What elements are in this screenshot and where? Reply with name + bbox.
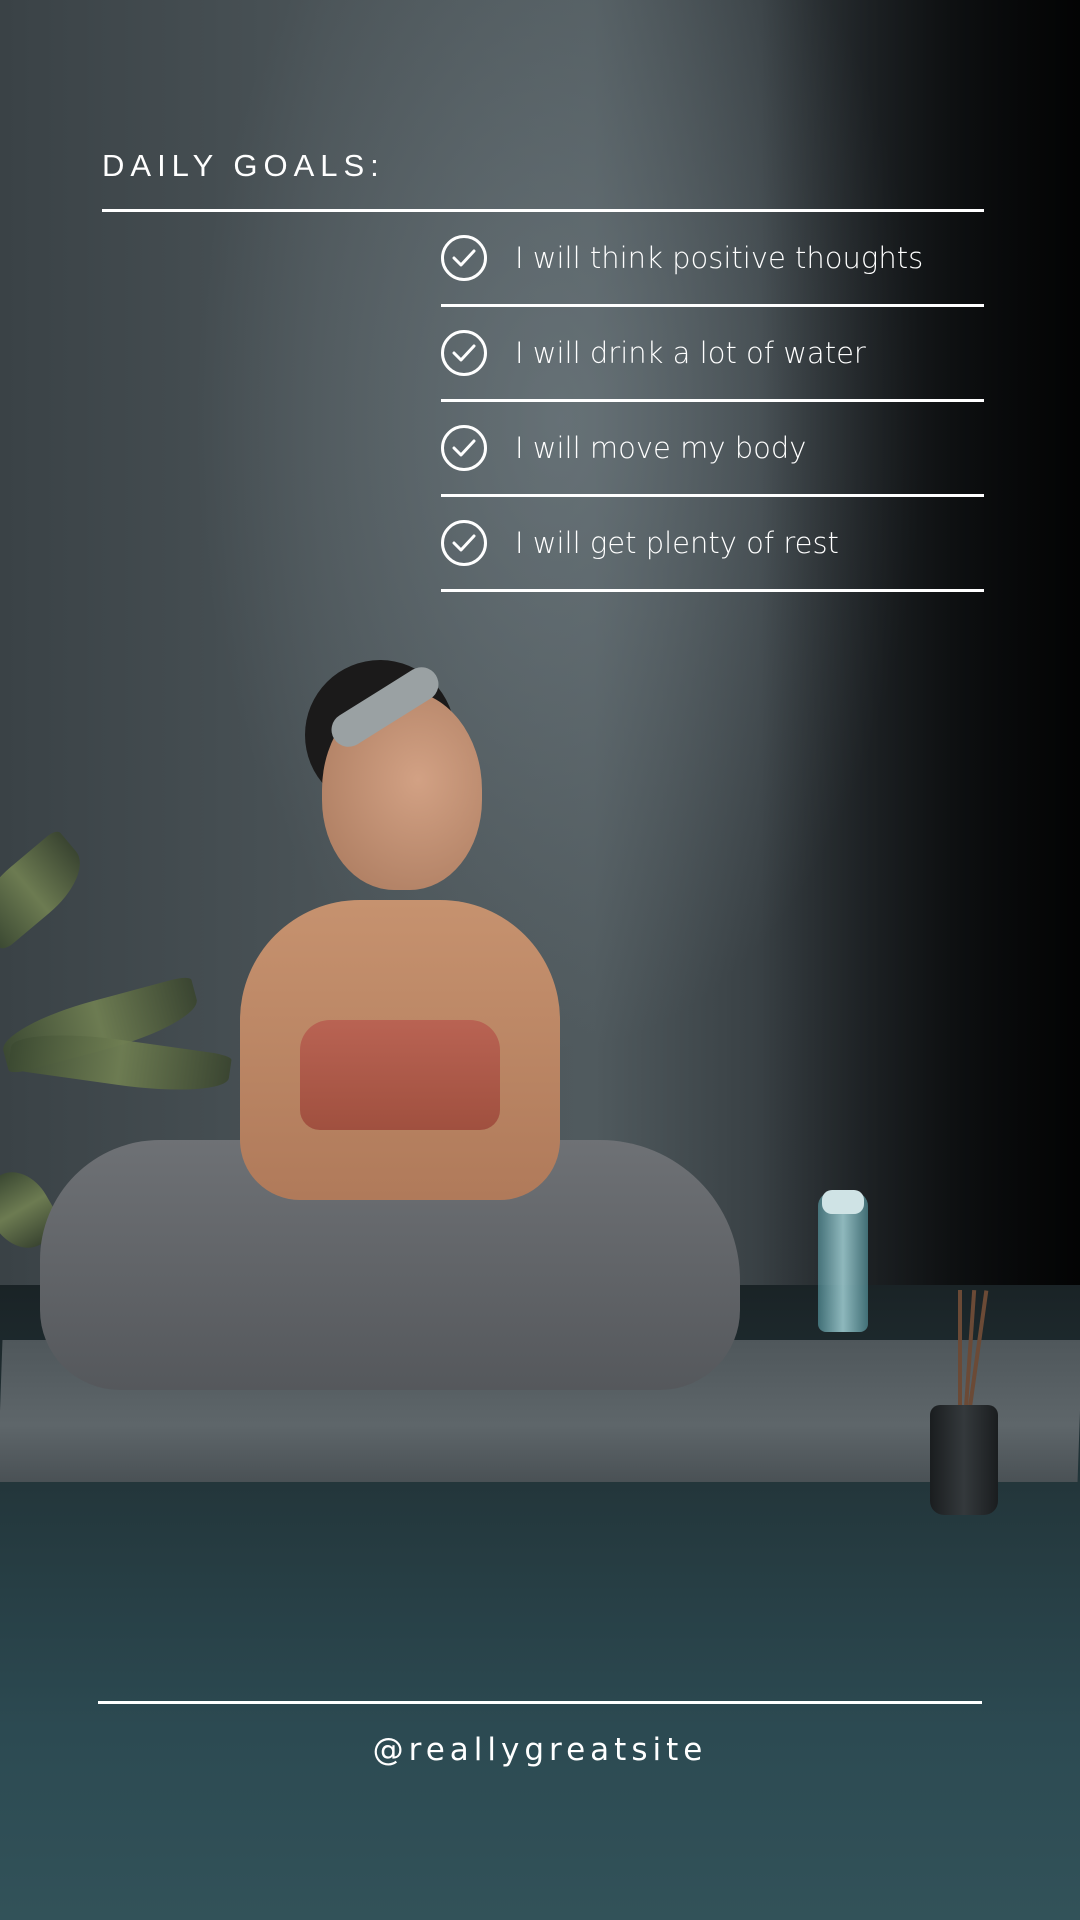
- check-circle-icon: [441, 425, 487, 471]
- divider: [98, 1701, 982, 1704]
- goal-text: I will move my body: [515, 431, 807, 465]
- goal-item: I will get plenty of rest: [441, 497, 984, 592]
- goal-item: I will drink a lot of water: [441, 307, 984, 402]
- goal-item: I will move my body: [441, 402, 984, 497]
- goal-text: I will get plenty of rest: [515, 526, 839, 560]
- incense-stick: [958, 1290, 962, 1410]
- goal-text: I will think positive thoughts: [515, 241, 924, 275]
- bottle-cap: [822, 1190, 864, 1214]
- goal-list: I will think positive thoughts I will dr…: [441, 212, 984, 592]
- goal-text: I will drink a lot of water: [515, 336, 866, 370]
- page-title: DAILY GOALS:: [102, 148, 385, 183]
- incense-holder: [930, 1405, 998, 1515]
- social-handle: @reallygreatsite: [372, 1732, 708, 1768]
- goal-item: I will think positive thoughts: [441, 212, 984, 307]
- check-circle-icon: [441, 235, 487, 281]
- check-circle-icon: [441, 520, 487, 566]
- sports-top: [300, 1020, 500, 1130]
- wall-shadow: [760, 0, 1080, 1300]
- check-circle-icon: [441, 330, 487, 376]
